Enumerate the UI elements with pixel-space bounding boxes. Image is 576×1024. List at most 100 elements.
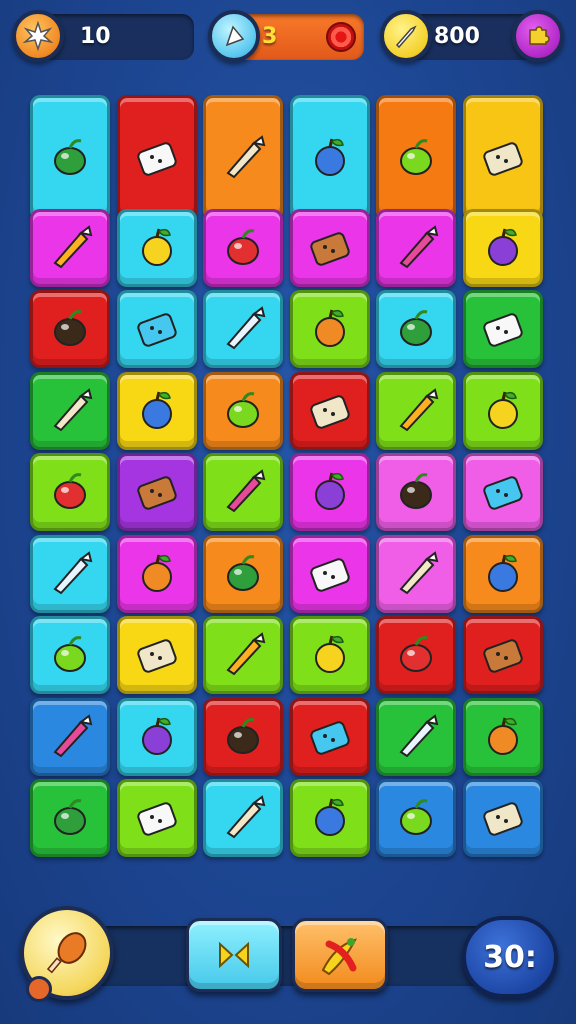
board-tile[interactable] [203, 453, 283, 531]
board-tile[interactable] [376, 534, 456, 613]
cloud-cat-icon [487, 554, 518, 592]
dumpling-icon [227, 717, 259, 754]
board-tile[interactable] [30, 95, 110, 221]
onion-icon [309, 231, 350, 266]
board-tile[interactable] [462, 371, 543, 450]
board-tile[interactable] [116, 208, 197, 287]
board-tile[interactable] [116, 453, 197, 531]
board-tile[interactable] [30, 290, 110, 368]
swap-button[interactable] [186, 918, 282, 992]
score-value: 800 [434, 24, 480, 49]
board-tile[interactable] [203, 697, 283, 776]
board-tile[interactable] [116, 697, 197, 776]
chili-powerup-icon [321, 938, 357, 976]
board-tile[interactable] [30, 208, 110, 287]
beet-icon [487, 391, 518, 429]
puzzle-icon[interactable] [512, 10, 564, 62]
grape-icon [54, 139, 86, 175]
pacifier-icon [54, 636, 86, 672]
board-tile[interactable] [116, 616, 197, 694]
blue-fruit-icon [400, 310, 432, 346]
board-tile[interactable] [30, 534, 110, 613]
board-tile[interactable] [289, 697, 370, 776]
board-tile[interactable] [462, 208, 543, 287]
carrot-icon [54, 473, 86, 509]
board-tile[interactable] [289, 534, 370, 613]
board-tile[interactable] [203, 95, 283, 221]
board-tile[interactable] [376, 208, 456, 287]
swap-arrows-icon [219, 941, 249, 969]
clover-icon [136, 639, 177, 673]
timer-display: 30: [462, 916, 558, 998]
board-tile[interactable] [203, 616, 283, 694]
cracker-icon [53, 224, 93, 268]
board-tile[interactable] [30, 616, 110, 694]
board-tile[interactable] [289, 616, 370, 694]
ice-pop-icon [482, 142, 523, 176]
board-tile[interactable] [203, 208, 283, 287]
leaf-bar-icon [482, 313, 523, 347]
board-tile[interactable] [462, 779, 543, 857]
board-tile[interactable] [289, 208, 370, 287]
board-tile[interactable] [30, 779, 110, 857]
booster-indicator [26, 976, 52, 1002]
board-tile[interactable] [376, 697, 456, 776]
board-tile[interactable] [116, 779, 197, 857]
board-tile[interactable] [462, 453, 543, 531]
board-tile[interactable] [376, 779, 456, 857]
board-tile[interactable] [289, 290, 370, 368]
board-tile[interactable] [30, 697, 110, 776]
radish-icon [399, 224, 439, 268]
board-tile[interactable] [462, 697, 543, 776]
board-tile[interactable] [376, 453, 456, 531]
shell-icon [482, 802, 523, 836]
lemon-icon [400, 139, 432, 175]
board-tile[interactable] [462, 534, 543, 613]
board-tile[interactable] [376, 95, 456, 221]
board-tile[interactable] [462, 616, 543, 694]
board-tile[interactable] [203, 290, 283, 368]
pennant-icon[interactable] [208, 10, 260, 62]
star-burst-icon[interactable] [12, 10, 64, 62]
board-tile[interactable] [289, 779, 370, 857]
board-tile[interactable] [116, 371, 197, 450]
board-tile[interactable] [462, 290, 543, 368]
board-tile[interactable] [203, 371, 283, 450]
garlic-icon [226, 632, 266, 676]
board-tile[interactable] [203, 779, 283, 857]
comb-icon [53, 713, 93, 757]
wand-icon [314, 798, 345, 836]
spoon-white-icon [400, 473, 432, 509]
heart-fruit-icon [53, 550, 93, 594]
chocolate-bar-icon [141, 228, 172, 266]
board-tile[interactable] [289, 371, 370, 450]
lemon-wedge-icon [53, 387, 93, 431]
crossed-blades-icon [227, 391, 259, 428]
board-tile[interactable] [376, 616, 456, 694]
orange-icon [226, 469, 266, 513]
rings-icon [399, 550, 439, 594]
pumpkin-icon [309, 394, 350, 429]
chili-icon [226, 795, 266, 839]
board-tile[interactable] [203, 534, 283, 613]
crayon-icon [136, 476, 177, 510]
saw-icon [400, 799, 432, 835]
board-tile[interactable] [376, 371, 456, 450]
powerup-button[interactable] [292, 918, 388, 992]
board-tile[interactable] [376, 290, 456, 368]
mango-icon [314, 309, 345, 347]
board-tile[interactable] [116, 95, 197, 221]
tomato-icon [141, 391, 172, 429]
board-tile[interactable] [289, 95, 370, 221]
board-tile[interactable] [30, 371, 110, 450]
board-tile[interactable] [116, 534, 197, 613]
drumstick-orange-icon [46, 932, 87, 974]
sword-icon[interactable] [380, 10, 432, 62]
board-tile[interactable] [289, 453, 370, 531]
board-tile[interactable] [30, 453, 110, 531]
pear-icon [399, 713, 439, 757]
board-tile[interactable] [462, 95, 543, 221]
bulb-icon [136, 802, 177, 836]
moves-value: 10 [80, 24, 111, 49]
board-tile[interactable] [116, 290, 197, 368]
